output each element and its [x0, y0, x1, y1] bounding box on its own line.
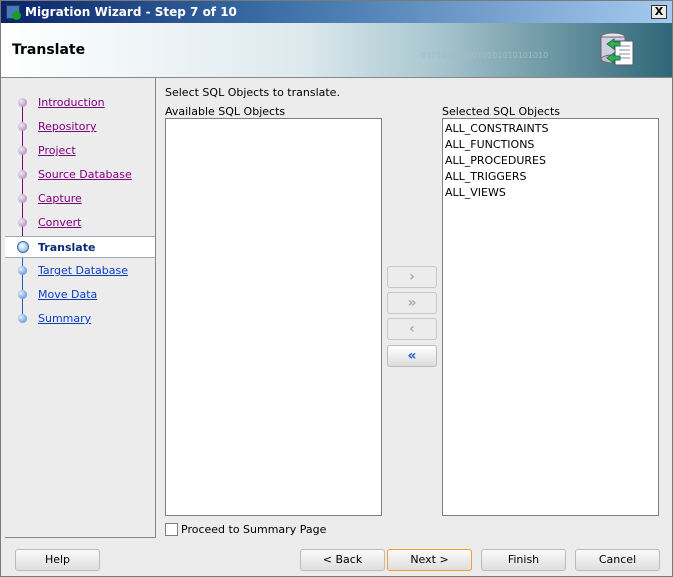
remove-all-button[interactable]: « [387, 345, 437, 367]
step-link[interactable]: Move Data [38, 288, 97, 301]
step-item[interactable]: Target Database [5, 260, 155, 282]
step-link[interactable]: Translate [38, 241, 95, 254]
step-link[interactable]: Summary [38, 312, 91, 325]
step-status-icon [18, 266, 27, 275]
step-item[interactable]: Convert [5, 212, 155, 234]
next-button[interactable]: Next > [387, 549, 472, 571]
finish-button[interactable]: Finish [481, 549, 566, 571]
database-migration-icon [600, 32, 634, 66]
title-bar: Migration Wizard - Step 7 of 10 X [1, 1, 672, 23]
step-item[interactable]: Introduction [5, 92, 155, 114]
list-item[interactable]: ALL_VIEWS [443, 185, 658, 201]
close-button[interactable]: X [651, 5, 667, 19]
selected-label: Selected SQL Objects [442, 105, 561, 118]
step-link[interactable]: Convert [38, 216, 82, 229]
step-item[interactable]: Repository [5, 116, 155, 138]
add-all-button[interactable]: » [387, 292, 437, 314]
step-link[interactable]: Capture [38, 192, 82, 205]
add-button[interactable]: › [387, 266, 437, 288]
instruction-text: Select SQL Objects to translate. [165, 86, 340, 99]
proceed-label[interactable]: Proceed to Summary Page [181, 523, 326, 536]
app-icon [6, 5, 21, 20]
remove-button[interactable]: ‹ [387, 318, 437, 340]
selected-objects-list[interactable]: ALL_CONSTRAINTS ALL_FUNCTIONS ALL_PROCEDUR… [442, 118, 659, 516]
step-link[interactable]: Project [38, 144, 76, 157]
step-item[interactable]: Capture [5, 188, 155, 210]
step-status-icon [17, 241, 29, 253]
step-status-icon [18, 194, 27, 203]
steps-panel: Introduction Repository Project Source Data… [5, 78, 156, 538]
step-status-icon [18, 218, 27, 227]
step-status-icon [18, 146, 27, 155]
list-item[interactable]: ALL_PROCEDURES [443, 153, 658, 169]
step-item[interactable]: Source Database [5, 164, 155, 186]
available-objects-list[interactable] [165, 118, 382, 516]
proceed-checkbox[interactable] [165, 523, 178, 536]
help-button[interactable]: Help [15, 549, 100, 571]
step-link[interactable]: Source Database [38, 168, 132, 181]
step-status-icon [18, 122, 27, 131]
step-status-icon [18, 98, 27, 107]
binary-decoration: 0101010101010101010101010 [421, 51, 549, 60]
back-button[interactable]: < Back [300, 549, 385, 571]
step-status-icon [18, 314, 27, 323]
step-status-icon [18, 170, 27, 179]
page-title: Translate [12, 42, 86, 58]
wizard-header: Translate 0101010101010101010101010 [1, 23, 672, 78]
step-item[interactable]: Translate [5, 236, 155, 258]
step-item[interactable]: Move Data [5, 284, 155, 306]
step-link[interactable]: Introduction [38, 96, 105, 109]
list-item[interactable]: ALL_FUNCTIONS [443, 137, 658, 153]
step-link[interactable]: Repository [38, 120, 97, 133]
list-item[interactable]: ALL_TRIGGERS [443, 169, 658, 185]
window-title: Migration Wizard - Step 7 of 10 [25, 5, 237, 19]
step-status-icon [18, 290, 27, 299]
step-link[interactable]: Target Database [38, 264, 128, 277]
list-item[interactable]: ALL_CONSTRAINTS [443, 121, 658, 137]
step-item[interactable]: Summary [5, 308, 155, 330]
cancel-button[interactable]: Cancel [575, 549, 660, 571]
available-label: Available SQL Objects [165, 105, 286, 118]
step-item[interactable]: Project [5, 140, 155, 162]
